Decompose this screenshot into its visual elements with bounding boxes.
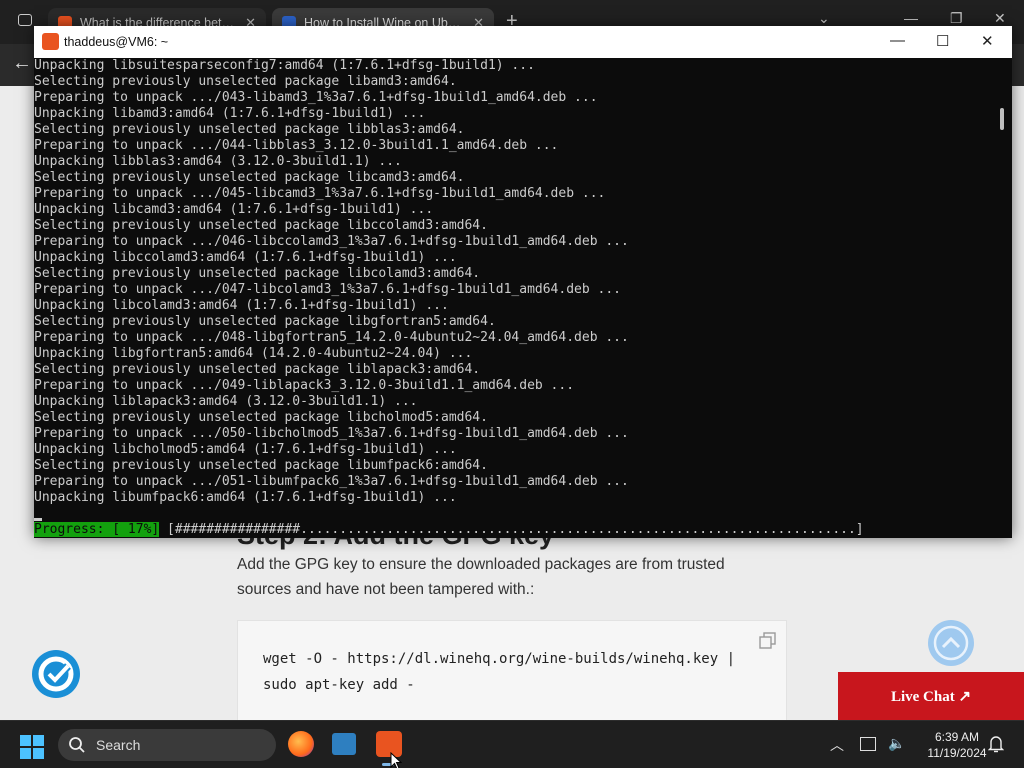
terminal-line: Preparing to unpack .../046-libccolamd3_… [34,234,629,249]
terminal-line: Unpacking libgfortran5:amd64 (14.2.0-4ub… [34,346,473,361]
back-arrow-icon[interactable]: ← [12,52,32,75]
terminal-line: Unpacking libumfpack6:amd64 (1:7.6.1+dfs… [34,490,457,505]
terminal-maximize-icon[interactable]: ☐ [936,32,949,50]
browser-restore-icon[interactable]: ❐ [950,10,963,27]
terminal-line: Unpacking libamd3:amd64 (1:7.6.1+dfsg-1b… [34,106,426,121]
progress-bar: [################.......................… [159,522,864,537]
terminal-line: Preparing to unpack .../044-libblas3_3.1… [34,138,559,153]
terminal-line: Selecting previously unselected package … [34,170,465,185]
terminal-minimize-icon[interactable]: — [890,32,905,49]
terminal-window[interactable]: thaddeus@VM6: ~ — ☐ ✕ Unpacking libsuite… [34,26,1012,538]
terminal-line: Unpacking libsuitesparseconfig7:amd64 (1… [34,58,535,73]
terminal-line: Preparing to unpack .../043-libamd3_1%3a… [34,90,598,105]
taskbar-search-box[interactable]: Search [58,729,276,761]
browser-close-icon[interactable]: ✕ [994,10,1006,27]
copy-icon[interactable] [758,631,778,651]
tab-actions-icon[interactable] [18,14,32,26]
terminal-line: Preparing to unpack .../048-libgfortran5… [34,330,629,345]
mouse-cursor-icon [390,752,402,768]
taskbar: Search ︿ 🔈 6:39 AM 11/19/2024 [0,720,1024,768]
terminal-line: Unpacking libcamd3:amd64 (1:7.6.1+dfsg-1… [34,202,434,217]
terminal-line: Selecting previously unselected package … [34,218,488,233]
search-icon [69,737,85,753]
terminal-line: Unpacking libcolamd3:amd64 (1:7.6.1+dfsg… [34,298,449,313]
terminal-line: Selecting previously unselected package … [34,314,496,329]
ubuntu-terminal-icon [42,33,59,50]
terminal-line: Unpacking libblas3:amd64 (3.12.0-3build1… [34,154,402,169]
windows-start-icon[interactable] [20,735,44,759]
search-placeholder: Search [96,737,141,753]
chevron-down-icon[interactable]: ⌄ [818,10,830,27]
terminal-line: Selecting previously unselected package … [34,74,457,89]
browser-minimize-icon[interactable]: — [904,10,918,26]
terminal-line: Selecting previously unselected package … [34,266,481,281]
terminal-progress: Progress: [ 17%] [################......… [34,522,864,538]
terminal-line: Unpacking libccolamd3:amd64 (1:7.6.1+dfs… [34,250,457,265]
volume-icon[interactable]: 🔈 [888,735,905,752]
terminal-line: Preparing to unpack .../049-liblapack3_3… [34,378,575,393]
network-icon[interactable] [860,737,876,751]
terminal-line: Unpacking libcholmod5:amd64 (1:7.6.1+dfs… [34,442,457,457]
terminal-line: Unpacking liblapack3:amd64 (3.12.0-3buil… [34,394,418,409]
live-chat-button[interactable]: Live Chat ↗ [838,672,1024,720]
terminal-line: Selecting previously unselected package … [34,122,465,137]
site-logo-icon[interactable] [32,650,80,698]
terminal-title: thaddeus@VM6: ~ [64,35,169,49]
terminal-line: Selecting previously unselected package … [34,362,481,377]
terminal-close-icon[interactable]: ✕ [981,32,994,50]
bell-icon[interactable] [988,735,1004,753]
firefox-icon[interactable] [288,731,314,757]
chevron-up-icon[interactable]: ︿ [830,735,844,755]
terminal-output: Unpacking libsuitesparseconfig7:amd64 (1… [34,58,998,506]
scroll-to-top-button[interactable] [928,620,974,666]
terminal-line: Selecting previously unselected package … [34,458,488,473]
terminal-line: Preparing to unpack .../045-libcamd3_1%3… [34,186,606,201]
terminal-scrollbar[interactable] [1000,108,1004,130]
progress-label: Progress: [ 17%] [34,522,160,537]
terminal-line: Preparing to unpack .../047-libcolamd3_1… [34,282,621,297]
terminal-cursor [34,518,42,521]
terminal-line: Preparing to unpack .../050-libcholmod5_… [34,426,629,441]
terminal-line: Preparing to unpack .../051-libumfpack6_… [34,474,629,489]
terminal-titlebar[interactable]: thaddeus@VM6: ~ — ☐ ✕ [34,26,1012,58]
code-text[interactable]: wget -O - https://dl.winehq.org/wine-bui… [263,646,773,698]
chevron-up-icon [933,625,969,661]
section-paragraph: Add the GPG key to ensure the downloaded… [237,556,725,598]
vscode-icon[interactable] [332,733,356,755]
terminal-line: Selecting previously unselected package … [34,410,488,425]
